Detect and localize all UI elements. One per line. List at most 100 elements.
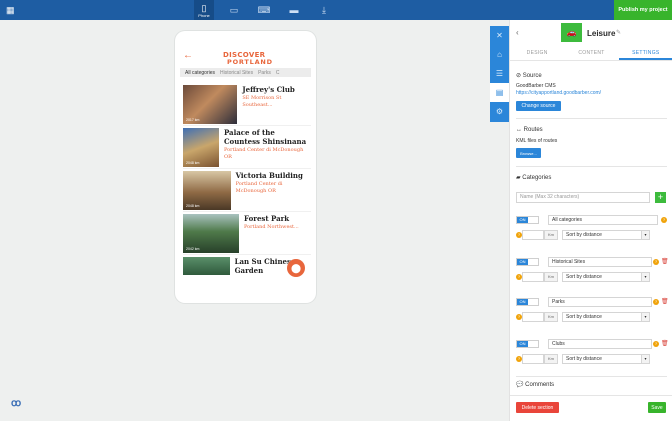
sort-select-value: Sort by distance [566, 274, 602, 280]
category-name-field[interactable]: Parks [548, 297, 652, 307]
sort-select[interactable]: Sort by distance ▾ [562, 230, 650, 240]
category-toggle[interactable]: ON [516, 340, 539, 348]
tab-settings[interactable]: SETTINGS [618, 47, 672, 60]
unit-label: Km [544, 312, 558, 322]
panel-tabs: DESIGN CONTENT SETTINGS [510, 47, 672, 61]
close-icon[interactable]: ✕ [490, 26, 509, 45]
panel-footer: Delete section Save [510, 395, 672, 421]
item-address: Portland Center di McDonough OR [223, 147, 304, 160]
device-desktop-button[interactable]: ▬ [284, 0, 304, 20]
device-laptop-button[interactable]: ⌨ [254, 0, 274, 20]
publish-button[interactable]: Publish my project [614, 0, 672, 20]
unit-label: Km [544, 354, 558, 364]
help-icon[interactable]: ? [653, 299, 659, 305]
tab-design[interactable]: DESIGN [510, 47, 564, 60]
preview-tab-more[interactable]: C [276, 70, 280, 76]
tab-content[interactable]: CONTENT [564, 47, 618, 60]
help-icon[interactable]: ? [653, 341, 659, 347]
comment-icon: 💬 [516, 382, 524, 388]
desktop-icon: ▬ [289, 5, 299, 15]
distance-input[interactable] [522, 354, 544, 364]
chevron-left-icon[interactable]: ‹ [516, 28, 519, 37]
category-name-field[interactable]: Clubs [548, 339, 652, 349]
map-pin-button[interactable]: ⬤ [287, 259, 305, 277]
toggle-on-label: ON [517, 259, 528, 265]
item-distance: 2048 km [186, 204, 200, 208]
trash-icon[interactable]: 🗑 [661, 258, 669, 265]
preview-list: 2017 km Jeffrey's Club SE Morrison St So… [183, 83, 311, 277]
category-row: ON Clubs ? 🗑 ? Km Sort by distance ▾ [516, 339, 669, 370]
section-icon: 🚗 [561, 23, 582, 42]
preview-category-tabs: All categories Historical Sites Parks C [180, 68, 311, 77]
comments-heading: 💬 Comments [516, 381, 554, 388]
category-name-field[interactable]: Historical Sites [548, 257, 652, 267]
category-toggle[interactable]: ON [516, 298, 539, 306]
list-item[interactable]: 2048 km Victoria Building Portland Cente… [183, 169, 311, 212]
source-heading-text: Source [522, 73, 542, 79]
item-distance: 2017 km [186, 118, 200, 122]
toggle-on-label: ON [517, 217, 528, 223]
routes-heading-text: Routes [523, 127, 543, 133]
top-bar: ▦ ▯ Phone ▭ ⌨ ▬ ⤓ Publish my project [0, 0, 672, 20]
document-icon[interactable]: ▤ [490, 83, 509, 102]
item-distance: 2048 km [186, 161, 200, 165]
preview-tab-parks[interactable]: Parks [258, 70, 271, 76]
trash-icon[interactable]: 🗑 [661, 340, 669, 347]
pencil-icon[interactable]: ✎ [616, 29, 621, 36]
item-thumbnail: 2042 km [183, 214, 239, 253]
add-category-button[interactable]: + [655, 192, 666, 203]
section-title: Leisure [587, 29, 616, 38]
source-heading: ⊘ Source [516, 72, 542, 79]
item-distance: 2042 km [186, 247, 200, 251]
settings-icon[interactable]: ⚙ [490, 102, 509, 121]
distance-input[interactable] [522, 272, 544, 282]
device-phone-button[interactable]: ▯ Phone [194, 0, 214, 20]
source-url[interactable]: https://cityapportland.goodbarber.com/ [516, 90, 601, 96]
item-address: Portland Northwest... [244, 224, 299, 230]
item-thumbnail: 2048 km [183, 171, 231, 210]
item-title: Palace of the Countess Shinsinana [223, 128, 307, 146]
download-icon: ⤓ [322, 4, 326, 15]
sort-select[interactable]: Sort by distance ▾ [562, 272, 650, 282]
help-icon[interactable]: ? [653, 259, 659, 265]
browse-button[interactable]: Browse... [516, 148, 541, 158]
distance-input[interactable] [522, 312, 544, 322]
sort-select[interactable]: Sort by distance ▾ [562, 354, 650, 364]
goodbarber-logo-icon: ꝏ [11, 398, 22, 409]
help-icon[interactable]: ? [661, 217, 667, 223]
preview-tab-historical[interactable]: Historical Sites [220, 70, 253, 76]
preview-header: ← DISCOVER PORTLAND [175, 31, 316, 67]
sort-select[interactable]: Sort by distance ▾ [562, 312, 650, 322]
laptop-icon: ⌨ [257, 4, 271, 15]
map-pin-icon: ⬤ [290, 262, 302, 273]
save-button[interactable]: Save [648, 402, 666, 413]
grid-icon[interactable]: ▦ [6, 6, 15, 15]
device-download-button[interactable]: ⤓ [314, 0, 334, 20]
sort-select-value: Sort by distance [566, 356, 602, 362]
category-name-input[interactable]: Name (Max 32 characters) [516, 192, 650, 203]
category-row: ON Historical Sites ? 🗑 ? Km Sort by dis… [516, 257, 669, 288]
routes-text: KML files of routes [516, 138, 558, 144]
chevron-down-icon: ▾ [641, 355, 649, 363]
distance-input[interactable] [522, 230, 544, 240]
change-source-button[interactable]: Change source [516, 101, 561, 111]
list-item[interactable]: 2048 km Palace of the Countess Shinsinan… [183, 126, 311, 169]
category-name-field[interactable]: All categories [548, 215, 658, 225]
list-item[interactable]: 2042 km Forest Park Portland Northwest..… [183, 212, 311, 255]
category-row: ON Parks ? 🗑 ? Km Sort by distance ▾ [516, 297, 669, 328]
category-toggle[interactable]: ON [516, 258, 539, 266]
preview-tab-all[interactable]: All categories [185, 70, 215, 76]
layout-icon[interactable]: ☰ [490, 64, 509, 83]
delete-section-button[interactable]: Delete section [516, 402, 559, 413]
category-toggle[interactable]: ON [516, 216, 539, 224]
back-arrow-icon[interactable]: ← [183, 51, 193, 61]
arrows-icon: ↔ [516, 127, 522, 133]
device-tablet-button[interactable]: ▭ [224, 0, 244, 20]
item-thumbnail: 2048 km [183, 128, 219, 167]
home-icon[interactable]: ⌂ [490, 45, 509, 64]
categories-heading: ▰ Categories [516, 174, 551, 181]
list-item[interactable]: 2017 km Jeffrey's Club SE Morrison St So… [183, 83, 311, 126]
trash-icon[interactable]: 🗑 [661, 298, 669, 305]
rss-icon: ⊘ [516, 73, 522, 79]
device-phone-label: Phone [198, 12, 210, 18]
